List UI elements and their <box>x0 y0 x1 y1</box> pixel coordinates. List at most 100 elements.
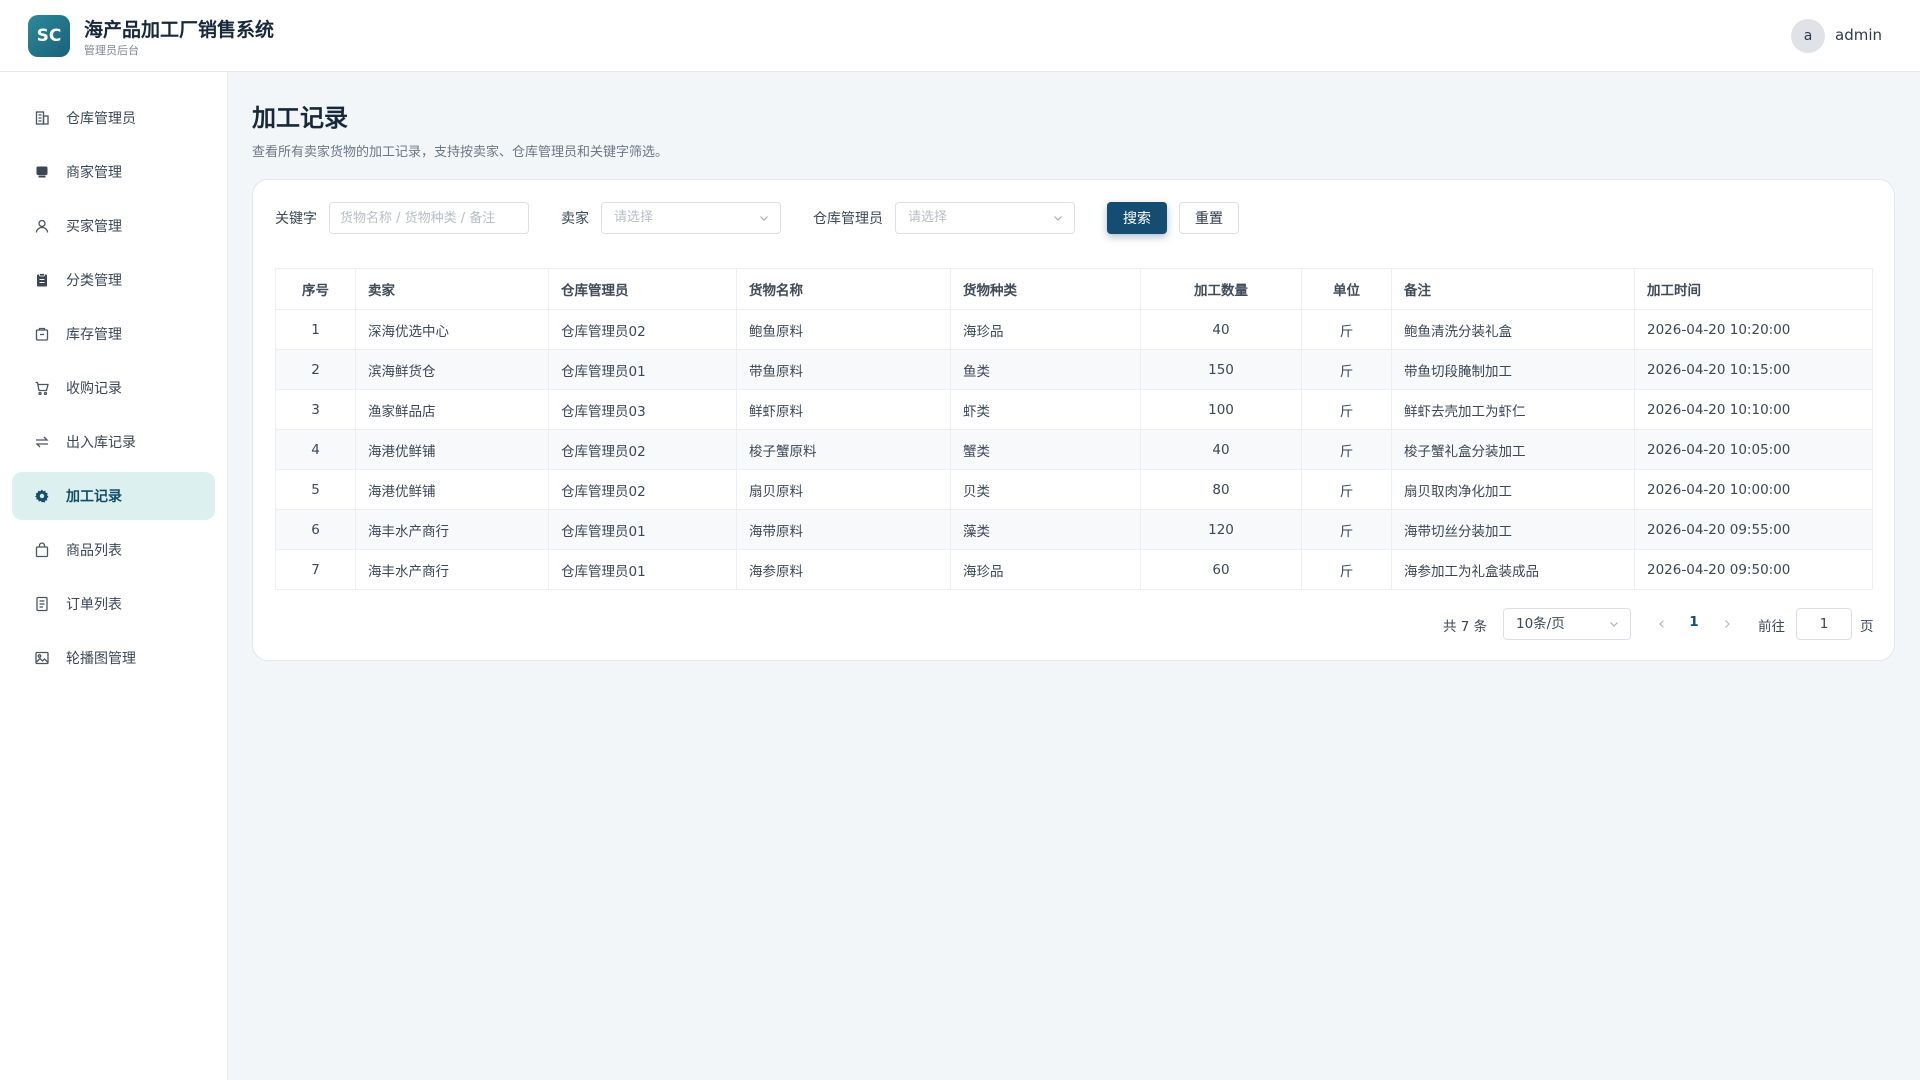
table-cell: 1 <box>275 309 356 350</box>
sidebar-item-warehouse-managers[interactable]: 仓库管理员 <box>12 94 215 142</box>
table-cell: 虾类 <box>950 389 1141 430</box>
search-button[interactable]: 搜索 <box>1107 202 1167 234</box>
keyword-input[interactable] <box>329 202 529 234</box>
table-cell: 滨海鲜货仓 <box>355 349 549 390</box>
table-cell: 2026-04-20 09:50:00 <box>1634 549 1873 590</box>
column-header[interactable]: 仓库管理员 <box>548 268 737 310</box>
table-cell: 带鱼切段腌制加工 <box>1391 349 1635 390</box>
table-cell: 80 <box>1140 469 1302 510</box>
table-cell: 40 <box>1140 429 1302 470</box>
table-cell: 斤 <box>1301 309 1392 350</box>
sidebar-item-label: 轮播图管理 <box>66 651 136 667</box>
table-row[interactable]: 5 海港优鲜铺 仓库管理员02 扇贝原料 贝类 80 斤 扇贝取肉净化加工 20… <box>275 469 1873 510</box>
table-cell: 海港优鲜铺 <box>355 429 549 470</box>
manager-select[interactable]: 请选择 <box>895 202 1075 234</box>
table-cell: 2026-04-20 10:15:00 <box>1634 349 1873 390</box>
app-logo: SC <box>28 15 70 57</box>
clipboard-icon <box>34 272 50 288</box>
document-icon <box>34 596 50 612</box>
table-row[interactable]: 6 海丰水产商行 仓库管理员01 海带原料 藻类 120 斤 海带切丝分装加工 … <box>275 509 1873 550</box>
column-header[interactable]: 单位 <box>1301 268 1392 310</box>
table-cell: 扇贝原料 <box>736 469 951 510</box>
table-cell: 鲍鱼清洗分装礼盒 <box>1391 309 1635 350</box>
manager-select-placeholder: 请选择 <box>908 210 948 225</box>
table-cell: 仓库管理员02 <box>548 429 737 470</box>
table-cell: 仓库管理员03 <box>548 389 737 430</box>
sidebar-item-label: 买家管理 <box>66 219 122 235</box>
sidebar-item-label: 加工记录 <box>66 489 122 505</box>
table-row[interactable]: 7 海丰水产商行 仓库管理员01 海参原料 海珍品 60 斤 海参加工为礼盒装成… <box>275 549 1873 590</box>
seller-select[interactable]: 请选择 <box>601 202 781 234</box>
sidebar-item-carousel[interactable]: 轮播图管理 <box>12 634 215 682</box>
table-cell: 斤 <box>1301 509 1392 550</box>
next-page-button[interactable] <box>1715 612 1739 636</box>
page-number-current[interactable]: 1 <box>1684 614 1704 630</box>
goto-page-input[interactable] <box>1796 608 1852 640</box>
sidebar-item-merchants[interactable]: 商家管理 <box>12 148 215 196</box>
user-avatar[interactable]: a <box>1791 19 1825 53</box>
gear-icon <box>34 488 50 504</box>
column-header[interactable]: 加工时间 <box>1634 268 1873 310</box>
manager-label: 仓库管理员 <box>813 211 883 227</box>
username-label[interactable]: admin <box>1835 26 1882 44</box>
box-icon <box>34 326 50 342</box>
table-cell: 2026-04-20 10:10:00 <box>1634 389 1873 430</box>
table-cell: 4 <box>275 429 356 470</box>
column-header[interactable]: 加工数量 <box>1140 268 1302 310</box>
page-suffix-label: 页 <box>1860 619 1874 635</box>
column-header[interactable]: 序号 <box>275 268 356 310</box>
table-cell: 海港优鲜铺 <box>355 469 549 510</box>
table-cell: 海珍品 <box>950 309 1141 350</box>
user-icon <box>34 218 50 234</box>
sidebar-item-stock-transfers[interactable]: 出入库记录 <box>12 418 215 466</box>
table-cell: 仓库管理员02 <box>548 309 737 350</box>
column-header[interactable]: 货物种类 <box>950 268 1141 310</box>
sidebar-item-inventory[interactable]: 库存管理 <box>12 310 215 358</box>
table-row[interactable]: 1 深海优选中心 仓库管理员02 鲍鱼原料 海珍品 40 斤 鲍鱼清洗分装礼盒 … <box>275 309 1873 350</box>
column-header[interactable]: 卖家 <box>355 268 549 310</box>
sidebar-item-label: 仓库管理员 <box>66 111 136 127</box>
sidebar-item-label: 分类管理 <box>66 273 122 289</box>
sidebar-item-label: 商品列表 <box>66 543 122 559</box>
table-cell: 渔家鲜品店 <box>355 389 549 430</box>
table-cell: 鲜虾原料 <box>736 389 951 430</box>
table-cell: 2026-04-20 10:00:00 <box>1634 469 1873 510</box>
table-cell: 海丰水产商行 <box>355 509 549 550</box>
sidebar-item-buyers[interactable]: 买家管理 <box>12 202 215 250</box>
page-size-select[interactable]: 10条/页 <box>1503 608 1631 640</box>
sidebar-item-categories[interactable]: 分类管理 <box>12 256 215 304</box>
table-cell: 120 <box>1140 509 1302 550</box>
sidebar-item-products[interactable]: 商品列表 <box>12 526 215 574</box>
table-row[interactable]: 2 滨海鲜货仓 仓库管理员01 带鱼原料 鱼类 150 斤 带鱼切段腌制加工 2… <box>275 349 1873 390</box>
table-cell: 蟹类 <box>950 429 1141 470</box>
page-size-value: 10条/页 <box>1516 616 1565 632</box>
sidebar-item-purchases[interactable]: 收购记录 <box>12 364 215 412</box>
table-cell: 鲍鱼原料 <box>736 309 951 350</box>
sidebar-item-processing-records[interactable]: 加工记录 <box>12 472 215 520</box>
table-cell: 海带原料 <box>736 509 951 550</box>
table-cell: 斤 <box>1301 549 1392 590</box>
table-cell: 仓库管理员01 <box>548 549 737 590</box>
seller-select-placeholder: 请选择 <box>614 210 654 225</box>
table-cell: 深海优选中心 <box>355 309 549 350</box>
sidebar-item-label: 出入库记录 <box>66 435 136 451</box>
table-row[interactable]: 4 海港优鲜铺 仓库管理员02 梭子蟹原料 蟹类 40 斤 梭子蟹礼盒分装加工 … <box>275 429 1873 470</box>
prev-page-button[interactable] <box>1650 612 1674 636</box>
table-cell: 5 <box>275 469 356 510</box>
transfer-icon <box>34 434 50 450</box>
table-cell: 海丰水产商行 <box>355 549 549 590</box>
sidebar-item-label: 订单列表 <box>66 597 122 613</box>
reset-button[interactable]: 重置 <box>1179 202 1239 234</box>
table-row[interactable]: 3 渔家鲜品店 仓库管理员03 鲜虾原料 虾类 100 斤 鲜虾去壳加工为虾仁 … <box>275 389 1873 430</box>
table-cell: 100 <box>1140 389 1302 430</box>
chevron-down-icon <box>1054 216 1062 221</box>
table-cell: 仓库管理员02 <box>548 469 737 510</box>
table-cell: 40 <box>1140 309 1302 350</box>
table-cell: 2026-04-20 09:55:00 <box>1634 509 1873 550</box>
column-header[interactable]: 备注 <box>1391 268 1635 310</box>
sidebar-item-label: 商家管理 <box>66 165 122 181</box>
sidebar-item-orders[interactable]: 订单列表 <box>12 580 215 628</box>
keyword-label: 关键字 <box>275 211 317 227</box>
column-header[interactable]: 货物名称 <box>736 268 951 310</box>
table-cell: 斤 <box>1301 469 1392 510</box>
